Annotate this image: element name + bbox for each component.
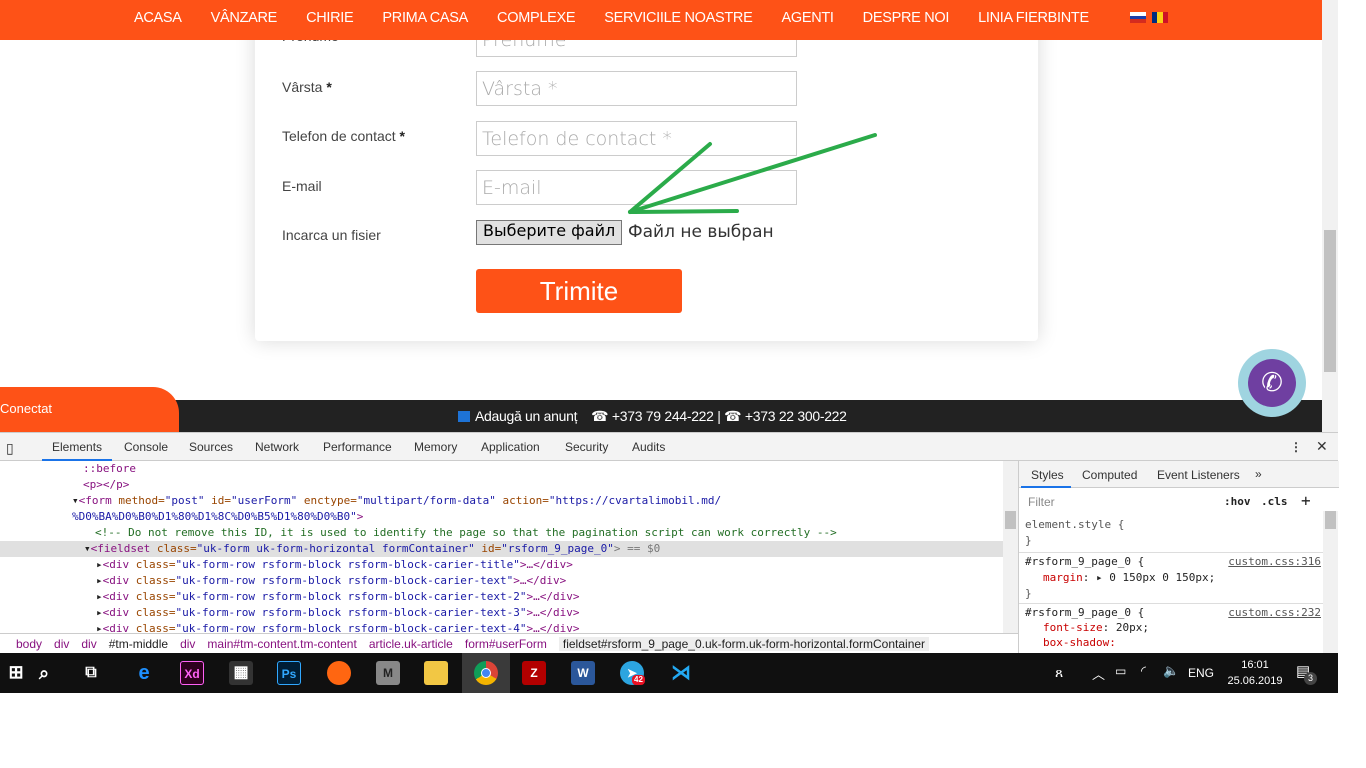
nav-vanzare[interactable]: VÂNZARE <box>211 10 278 26</box>
tab-event-listeners[interactable]: Event Listeners <box>1157 468 1240 482</box>
tab-network[interactable]: Network <box>255 440 299 454</box>
crumb[interactable]: article.uk-article <box>369 637 453 651</box>
dom-node[interactable]: <p></p> <box>0 477 1003 493</box>
nav-despre-noi[interactable]: DESPRE NOI <box>863 10 950 26</box>
elements-tree: ::before <p></p> ▾<form method="post" id… <box>0 461 1003 633</box>
crumb[interactable]: div <box>81 637 96 651</box>
devtools-tabbar: ▯ Elements Console Sources Network Perfo… <box>0 433 1338 461</box>
flag-ro-icon[interactable] <box>1152 12 1168 23</box>
tab-sources[interactable]: Sources <box>189 440 233 454</box>
nav-acasa[interactable]: ACASA <box>134 10 182 26</box>
rule-element-style: element.style {} <box>1025 518 1125 547</box>
styles-filter-input[interactable]: Filter <box>1023 492 1213 512</box>
filezilla-icon[interactable]: Z <box>522 661 546 685</box>
tab-console[interactable]: Console <box>124 440 168 454</box>
source-link[interactable]: custom.css:232 <box>1228 605 1321 620</box>
clock[interactable]: 16:01 25.06.2019 <box>1224 657 1286 689</box>
dom-comment[interactable]: <!-- Do not remove this ID, it is used t… <box>0 525 1003 541</box>
tab-performance[interactable]: Performance <box>323 440 392 454</box>
source-link[interactable]: custom.css:316 <box>1228 554 1321 570</box>
crumb[interactable]: #tm-middle <box>109 637 168 651</box>
breadcrumb: body div div #tm-middle div main#tm-cont… <box>0 633 1018 654</box>
search-icon[interactable]: ⌕ <box>32 661 56 685</box>
tab-styles[interactable]: Styles <box>1031 468 1064 482</box>
crumb[interactable]: form#userForm <box>465 637 547 651</box>
crumb-selected[interactable]: fieldset#rsform_9_page_0.uk-form.uk-form… <box>558 637 930 651</box>
dom-node[interactable]: ::before <box>0 461 1003 477</box>
web-page: ACASA VÂNZARE CHIRIE PRIMA CASA COMPLEXE… <box>0 0 1322 432</box>
crumb[interactable]: main#tm-content.tm-content <box>207 637 356 651</box>
annotation-arrow <box>628 133 877 214</box>
styles-pane: Styles Computed Event Listeners » Filter… <box>1018 461 1339 654</box>
nav-chirie[interactable]: CHIRIE <box>306 10 354 26</box>
styles-scrollbar[interactable] <box>1323 511 1338 654</box>
nav-servicii[interactable]: SERVICIILE NOASTRE <box>604 10 753 26</box>
tab-audits[interactable]: Audits <box>632 440 665 454</box>
page-scrollbar-thumb[interactable] <box>1324 230 1336 372</box>
close-devtools-icon[interactable]: ✕ <box>1316 438 1328 455</box>
tray-chevron-icon[interactable]: ︿ <box>1092 664 1105 683</box>
nav-complexe[interactable]: COMPLEXE <box>497 10 575 26</box>
app-m-icon[interactable]: M <box>376 661 400 685</box>
nav-agenti[interactable]: AGENTI <box>781 10 833 26</box>
devtools: ▯ Elements Console Sources Network Perfo… <box>0 432 1339 654</box>
main-nav: ACASA VÂNZARE CHIRIE PRIMA CASA COMPLEXE… <box>0 0 1322 40</box>
dom-node-div[interactable]: ▸<div class="uk-form-row rsform-block rs… <box>0 605 1003 621</box>
elements-scrollbar[interactable] <box>1003 461 1018 633</box>
crumb[interactable]: div <box>54 637 69 651</box>
tab-security[interactable]: Security <box>565 440 608 454</box>
hov-button[interactable]: :hov <box>1224 495 1251 508</box>
rule-font-size: #rsform_9_page_0 {custom.css:232 font-si… <box>1025 605 1321 649</box>
dom-node-div[interactable]: ▸<div class="uk-form-row rsform-block rs… <box>0 589 1003 605</box>
dom-node-form[interactable]: ▾<form method="post" id="userForm" encty… <box>0 493 1003 509</box>
dom-node-form-cont: %D0%BA%D0%B0%D1%80%D1%8C%D0%B5%D1%80%D0%… <box>72 510 364 523</box>
windows-start-icon[interactable]: ⊞ <box>4 661 28 685</box>
rule-margin: #rsform_9_page_0 {custom.css:316 margin:… <box>1025 554 1321 600</box>
vscode-icon[interactable]: ⋊ <box>669 661 693 685</box>
more-options-icon[interactable]: ⋮ <box>1290 440 1302 454</box>
cls-button[interactable]: .cls <box>1261 495 1288 508</box>
new-rule-icon[interactable]: + <box>1301 491 1311 510</box>
adobe-xd-icon[interactable]: Xd <box>180 661 204 685</box>
language-indicator[interactable]: ENG <box>1188 666 1214 680</box>
dom-node-div[interactable]: ▸<div class="uk-form-row rsform-block rs… <box>0 621 1003 633</box>
battery-icon[interactable]: ▭ <box>1115 664 1126 678</box>
volume-icon[interactable]: 🔈 <box>1163 663 1179 679</box>
dom-node-fieldset-selected[interactable]: ▾<fieldset class="uk-form uk-form-horizo… <box>0 541 1003 557</box>
task-view-icon[interactable]: ⧉ <box>79 661 103 685</box>
nav-linia-fierbinte[interactable]: LINIA FIERBINTE <box>978 10 1089 26</box>
calculator-icon[interactable]: ▦ <box>229 661 253 685</box>
tab-computed[interactable]: Computed <box>1082 468 1137 482</box>
wifi-icon[interactable]: ◜ <box>1141 663 1146 679</box>
crumb[interactable]: div <box>180 637 195 651</box>
dom-node-div[interactable]: ▸<div class="uk-form-row rsform-block rs… <box>0 573 1003 589</box>
crumb[interactable]: body <box>16 637 42 651</box>
chrome-icon[interactable] <box>474 661 498 685</box>
telegram-badge: 42 <box>632 675 645 685</box>
edge-icon[interactable]: e <box>132 661 156 685</box>
tab-memory[interactable]: Memory <box>414 440 457 454</box>
device-toggle-icon[interactable]: ▯ <box>6 440 14 457</box>
nav-prima-casa[interactable]: PRIMA CASA <box>382 10 468 26</box>
tab-elements[interactable]: Elements <box>42 440 113 461</box>
flag-ru-icon[interactable] <box>1130 12 1146 24</box>
windows-taskbar: ⊞ ⌕ ⧉ e Xd ▦ Ps M Z W ➤ 42 ⋊ ጸ ︿ ▭ ◜ 🔈 EN… <box>0 653 1338 693</box>
file-explorer-icon[interactable] <box>424 661 448 685</box>
tab-application[interactable]: Application <box>481 440 540 454</box>
dom-node-div[interactable]: ▸<div class="uk-form-row rsform-block rs… <box>0 557 1003 573</box>
more-tabs-icon[interactable]: » <box>1255 467 1262 481</box>
photoshop-icon[interactable]: Ps <box>277 661 301 685</box>
word-icon[interactable]: W <box>571 661 595 685</box>
people-icon[interactable]: ጸ <box>1055 664 1063 681</box>
telegram-icon[interactable]: ➤ 42 <box>620 661 645 685</box>
firefox-icon[interactable] <box>327 661 351 685</box>
notifications-icon[interactable]: ▤ 3 <box>1296 662 1317 685</box>
